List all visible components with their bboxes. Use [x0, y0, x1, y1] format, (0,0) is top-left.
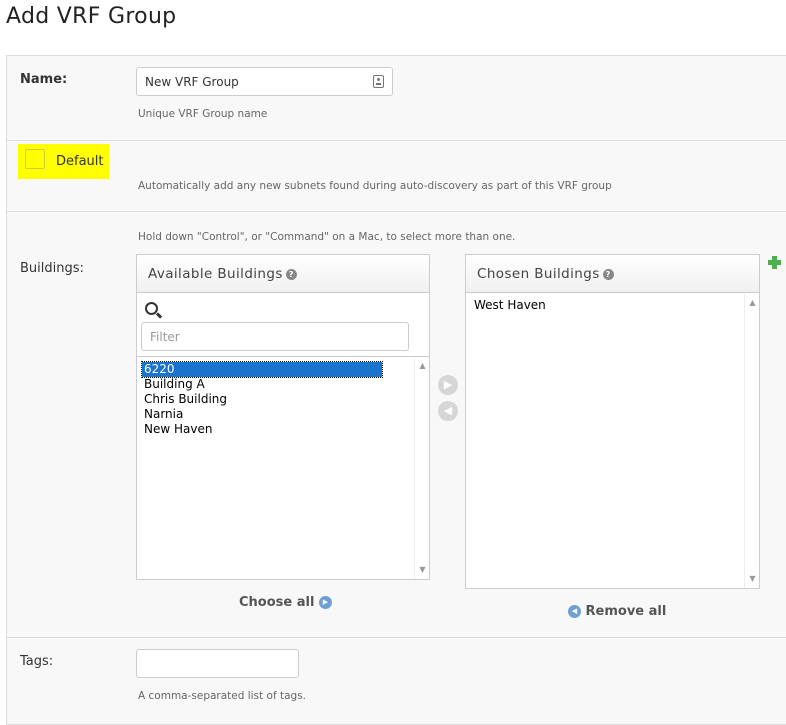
- list-item[interactable]: New Haven: [142, 422, 382, 437]
- help-icon[interactable]: ?: [285, 268, 297, 280]
- chosen-buildings-title: Chosen Buildings: [477, 266, 600, 282]
- chosen-buildings-list[interactable]: West Haven: [472, 298, 732, 313]
- move-left-icon[interactable]: ◀: [438, 401, 458, 421]
- name-label: Name:: [20, 72, 68, 87]
- list-item[interactable]: 6220: [141, 361, 383, 378]
- choose-all-label: Choose all: [239, 595, 315, 610]
- scroll-up-icon[interactable]: ▲: [415, 359, 430, 373]
- chosen-buildings-box: Chosen Buildings? West Haven ▲ ▼: [465, 254, 760, 589]
- arrow-left-circle-icon: ◀: [568, 605, 581, 618]
- list-item[interactable]: Building A: [142, 377, 382, 392]
- contact-card-icon[interactable]: [373, 75, 384, 88]
- help-icon[interactable]: ?: [602, 268, 614, 280]
- available-buildings-title: Available Buildings: [148, 266, 283, 282]
- scroll-down-icon[interactable]: ▼: [415, 563, 430, 577]
- row-divider: [6, 140, 786, 141]
- search-icon: [145, 302, 158, 315]
- tags-input[interactable]: [136, 649, 299, 678]
- move-right-icon[interactable]: ▶: [438, 375, 458, 395]
- available-buildings-header: Available Buildings?: [137, 255, 429, 293]
- chosen-list-scrollbar[interactable]: ▲ ▼: [744, 294, 759, 588]
- filter-row: [137, 294, 429, 357]
- available-list-scrollbar[interactable]: ▲ ▼: [414, 357, 429, 579]
- default-help-text: Automatically add any new subnets found …: [138, 180, 612, 192]
- filter-input[interactable]: [141, 322, 409, 351]
- choose-all-button[interactable]: Choose all ▶: [239, 595, 332, 610]
- available-buildings-box: Available Buildings? 6220 Building A Chr…: [136, 254, 430, 580]
- default-checkbox[interactable]: [25, 149, 45, 169]
- tags-label: Tags:: [20, 654, 54, 669]
- name-input[interactable]: [136, 67, 393, 96]
- chosen-buildings-header: Chosen Buildings?: [466, 255, 759, 293]
- row-divider: [6, 637, 786, 638]
- page-title: Add VRF Group: [6, 4, 177, 29]
- list-item[interactable]: Narnia: [142, 407, 382, 422]
- plus-icon[interactable]: [768, 256, 781, 269]
- remove-all-button[interactable]: ◀ Remove all: [568, 604, 666, 619]
- arrow-right-circle-icon: ▶: [318, 596, 332, 609]
- scroll-up-icon[interactable]: ▲: [745, 296, 760, 310]
- name-help-text: Unique VRF Group name: [138, 108, 268, 120]
- scroll-down-icon[interactable]: ▼: [745, 572, 760, 586]
- list-item[interactable]: West Haven: [472, 298, 732, 313]
- default-highlight: Default: [18, 144, 109, 179]
- default-label[interactable]: Default: [56, 154, 104, 169]
- remove-all-label: Remove all: [585, 604, 667, 619]
- available-buildings-list[interactable]: 6220 Building A Chris Building Narnia Ne…: [141, 361, 383, 437]
- list-item[interactable]: Chris Building: [142, 392, 382, 407]
- buildings-label: Buildings:: [20, 261, 84, 276]
- row-divider: [6, 211, 786, 212]
- buildings-help-text: Hold down "Control", or "Command" on a M…: [138, 231, 516, 243]
- tags-help-text: A comma-separated list of tags.: [138, 690, 306, 702]
